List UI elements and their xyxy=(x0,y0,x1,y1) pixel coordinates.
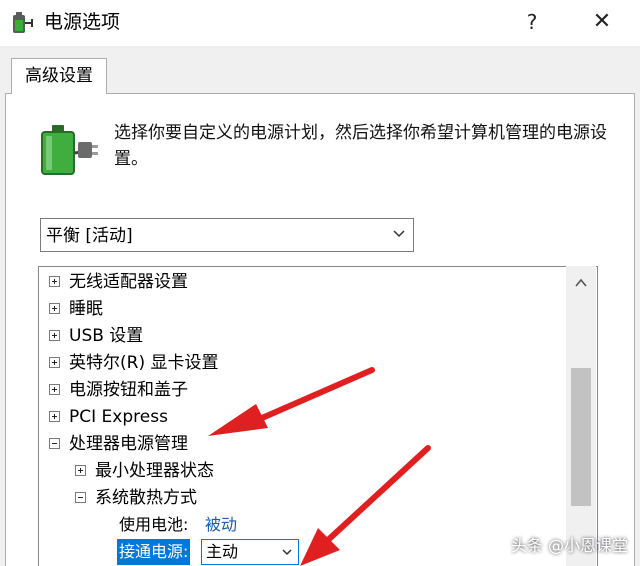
setting-label-plugged-in: 接通电源: xyxy=(117,539,191,565)
tree-item-label: 电源按钮和盖子 xyxy=(69,380,188,400)
expand-plus-icon[interactable] xyxy=(49,330,60,341)
tree-item-label: 无线适配器设置 xyxy=(69,272,188,292)
battery-plug-icon xyxy=(41,125,98,175)
expand-plus-icon[interactable] xyxy=(49,303,60,314)
power-plan-selected: 平衡 [活动] xyxy=(46,226,133,246)
tree-item-label: 处理器电源管理 xyxy=(69,434,188,454)
scroll-up-icon[interactable] xyxy=(566,270,596,296)
setting-label-battery: 使用电池: xyxy=(119,515,189,534)
expand-plus-icon[interactable] xyxy=(49,276,60,287)
tree-item-label: 最小处理器状态 xyxy=(95,461,214,481)
setting-value-battery[interactable]: 被动 xyxy=(205,512,237,538)
watermark: 头条 @小恩课堂 xyxy=(510,536,628,555)
tree-scrollbar[interactable] xyxy=(566,266,596,566)
expand-plus-icon[interactable] xyxy=(49,411,60,422)
expand-plus-icon[interactable] xyxy=(49,384,60,395)
tab-advanced-settings[interactable]: 高级设置 xyxy=(11,58,107,94)
plugged-in-dropdown[interactable]: 主动 xyxy=(201,539,299,565)
collapse-minus-icon[interactable] xyxy=(49,438,60,449)
description-text: 选择你要自定义的电源计划，然后选择你希望计算机管理的电源设置。 xyxy=(114,123,607,169)
expand-plus-icon[interactable] xyxy=(49,357,60,368)
plugged-in-selected: 主动 xyxy=(206,542,239,561)
window-title: 电源选项 xyxy=(44,11,121,33)
tree-item-label: 睡眠 xyxy=(69,299,103,319)
collapse-minus-icon[interactable] xyxy=(75,492,86,503)
chevron-down-icon xyxy=(393,230,405,238)
tree-item-label: 英特尔(R) 显卡设置 xyxy=(69,353,219,373)
tree-item-label: PCI Express xyxy=(69,407,168,427)
expand-plus-icon[interactable] xyxy=(75,465,86,476)
title-bar: 电源选项 ? ✕ xyxy=(0,0,640,46)
close-button[interactable]: ✕ xyxy=(588,8,616,36)
tree-item-label: 系统散热方式 xyxy=(95,488,197,508)
settings-tree[interactable]: 无线适配器设置 睡眠 USB 设置 英特尔(R) 显卡设置 电源按钮和盖子 PC… xyxy=(38,266,598,566)
scroll-thumb[interactable] xyxy=(571,368,591,506)
power-plan-dropdown[interactable]: 平衡 [活动] xyxy=(40,218,414,252)
power-options-icon xyxy=(13,12,33,33)
chevron-down-icon xyxy=(282,549,292,556)
help-button[interactable]: ? xyxy=(520,8,544,36)
tree-item-label: USB 设置 xyxy=(69,326,144,346)
